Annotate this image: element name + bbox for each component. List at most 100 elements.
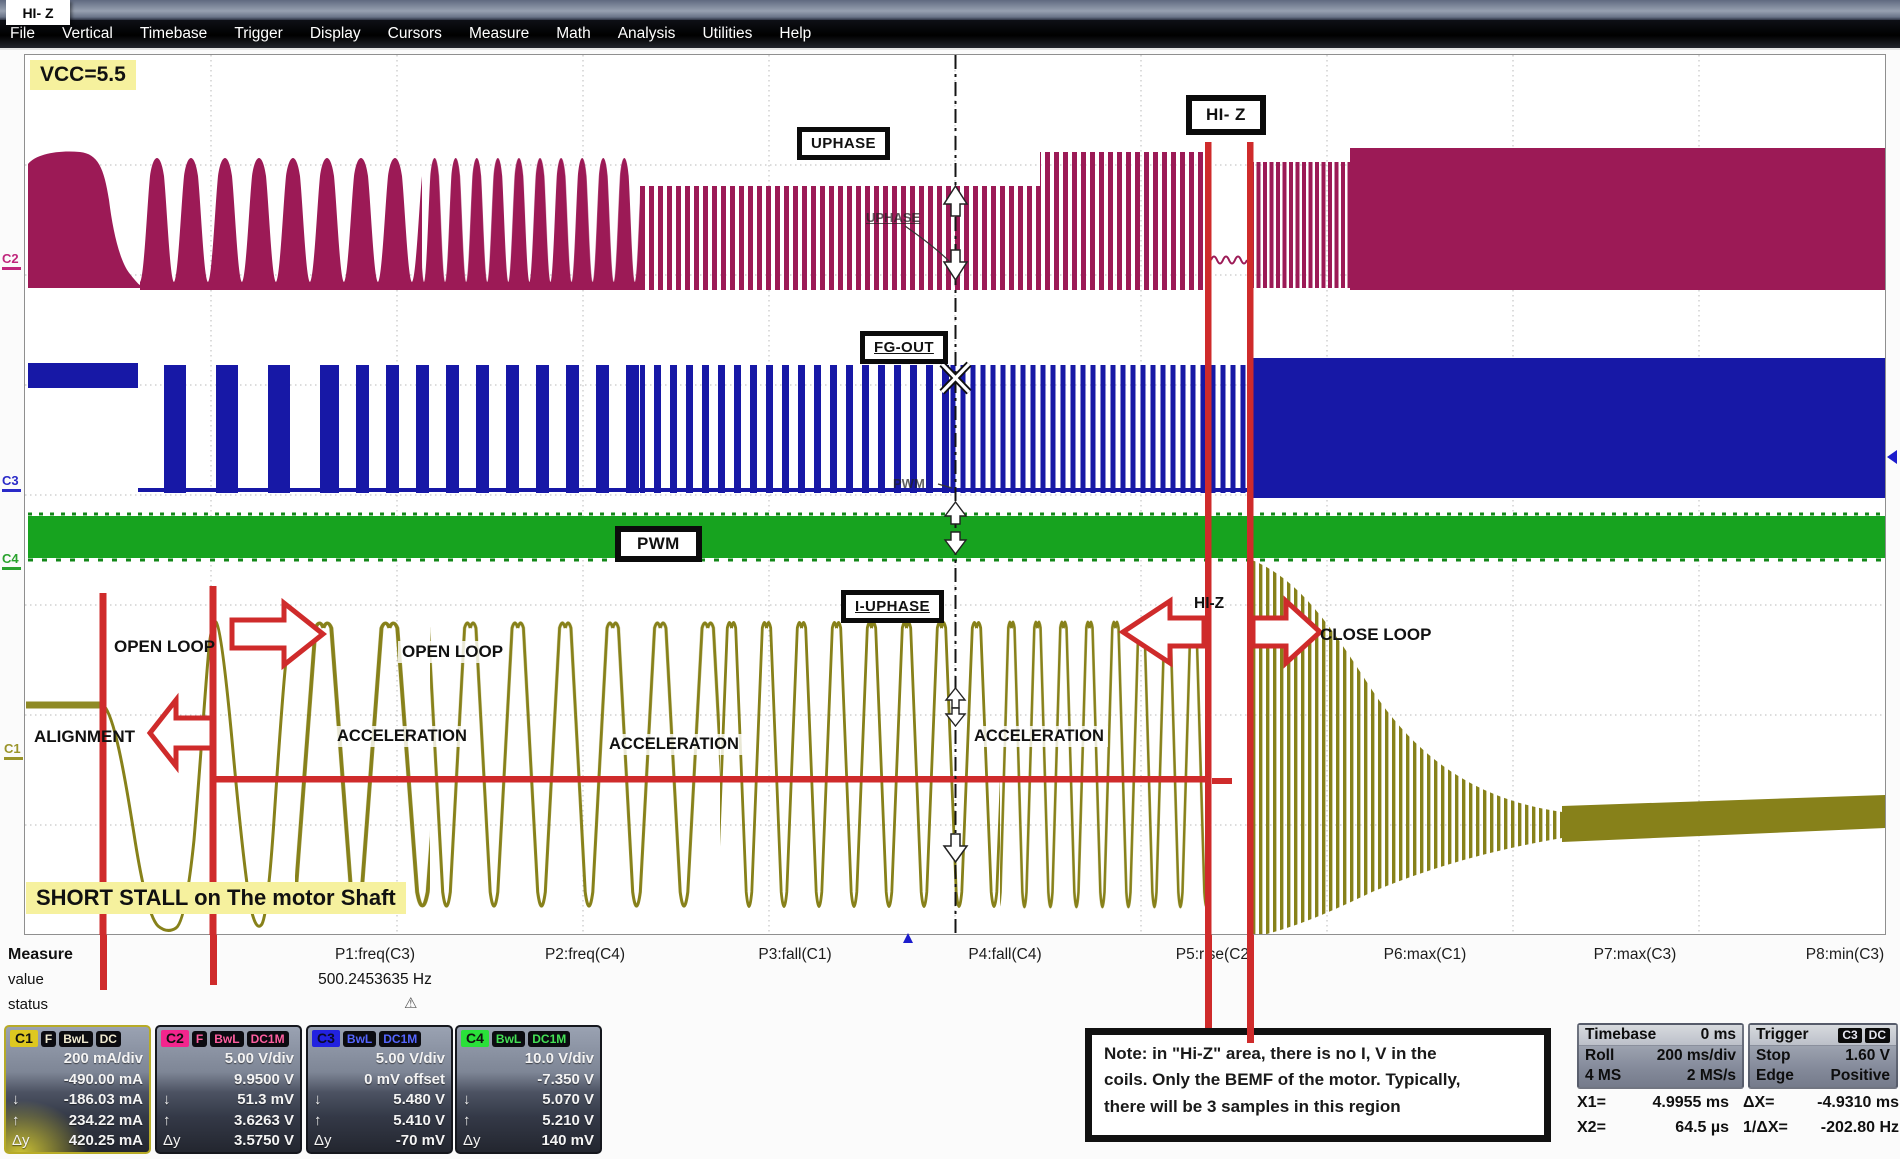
x2-value: 64.5 µs (1629, 1119, 1729, 1137)
uphase-trace-tag: UPHASE (866, 210, 920, 225)
c2-position-marker[interactable]: C2 (2, 252, 21, 270)
acceleration-label-3: ACCELERATION (970, 726, 1108, 747)
timebase-title: Timebase (1585, 1025, 1656, 1045)
trigger-level: 1.60 V (1845, 1046, 1890, 1066)
alignment-label: ALIGNMENT (30, 726, 139, 748)
channel-box-c1[interactable]: C1 F BwL DC 200 mA/div -490.00 mA ↓-186.… (4, 1025, 151, 1154)
red-marker-line (1205, 935, 1212, 1028)
fgout-label: FG-OUT (860, 331, 948, 364)
measure-param-p8[interactable]: P8:min(C3) (1740, 946, 1900, 964)
trigger-slope: Positive (1831, 1066, 1890, 1086)
c4-bwl-badge: BwL (492, 1031, 525, 1047)
timebase-panel[interactable]: Timebase0 ms Roll200 ms/div 4 MS2 MS/s (1577, 1023, 1744, 1089)
c3-dc1m-badge: DC1M (379, 1031, 421, 1047)
open-loop-label-1: OPEN LOOP (110, 636, 219, 658)
measure-param-p4[interactable]: P4:fall(C4) (900, 946, 1110, 964)
c2-scale: 5.00 V/div (185, 1049, 294, 1070)
pwm-trace-tag: PWM (893, 476, 925, 491)
c1-scale: 200 mA/div (34, 1049, 143, 1070)
c3-badge: C3 (312, 1030, 340, 1047)
c2-bwl-badge: BwL (210, 1031, 243, 1047)
iuphase-label: I-UPHASE (841, 590, 944, 623)
hiz-note: Note: in "Hi-Z" area, there is no I, V i… (1085, 1028, 1551, 1142)
oscilloscope-screen: File Vertical Timebase Trigger Display C… (0, 0, 1900, 1159)
timebase-delay: 0 ms (1701, 1025, 1736, 1045)
cursor-readout-row-1: X1=4.9955 ms ΔX=-4.9310 ms (1577, 1094, 1899, 1112)
measure-row-label: Measure (8, 946, 73, 964)
measure-param-p2[interactable]: P2:freq(C4) (480, 946, 690, 964)
dx-value: -4.9310 ms (1809, 1094, 1899, 1112)
c1-coupling-badge: F (41, 1031, 56, 1047)
hiz-box-label: HI- Z (1186, 95, 1266, 135)
c3-cursor-min: 5.480 V (336, 1090, 445, 1111)
c3-offset: 0 mV offset (336, 1070, 445, 1091)
c4-cursor-min: 5.070 V (485, 1090, 594, 1111)
c2-cursor-min: 51.3 mV (185, 1090, 294, 1111)
c3-position-marker[interactable]: C3 (2, 474, 21, 492)
value-row-label: value (8, 971, 44, 988)
trigger-panel[interactable]: Trigger C3 DC Stop 1.60 V Edge Positive (1748, 1023, 1898, 1089)
trigger-level-marker[interactable] (1887, 450, 1897, 464)
open-loop-label-2: OPEN LOOP (398, 641, 507, 663)
p1-status-warning-icon: ⚠ (404, 994, 417, 1012)
channel-box-c4[interactable]: C4 BwL DC1M 10.0 V/div -7.350 V ↓5.070 V… (455, 1025, 602, 1154)
c4-cursor-max: 5.210 V (485, 1111, 594, 1132)
red-marker-line (100, 935, 107, 990)
cursor-readout-row-2: X2=64.5 µs 1/ΔX=-202.80 Hz (1577, 1119, 1899, 1137)
hiz-mid-label: HI-Z (1190, 594, 1228, 614)
c1-bwl-badge: BwL (59, 1031, 92, 1047)
trigger-time-marker[interactable] (903, 933, 913, 943)
hiz-window-tag: HI- Z (6, 0, 70, 25)
measure-param-p6[interactable]: P6:max(C1) (1320, 946, 1530, 964)
timebase-scale: 200 ms/div (1657, 1046, 1736, 1066)
c2-offset: 9.9500 V (185, 1070, 294, 1091)
trigger-mode: Stop (1756, 1046, 1790, 1066)
uphase-label: UPHASE (797, 127, 890, 160)
trigger-title: Trigger (1756, 1025, 1809, 1045)
acceleration-label-1: ACCELERATION (333, 726, 471, 747)
c1-offset: -490.00 mA (34, 1070, 143, 1091)
measure-param-p5[interactable]: P5:rise(C2) (1110, 946, 1320, 964)
c4-cursor-dy: 140 mV (485, 1131, 594, 1152)
channel-box-c2[interactable]: C2 F BwL DC1M 5.00 V/div 9.9500 V ↓51.3 … (155, 1025, 302, 1154)
measure-param-p3[interactable]: P3:fall(C1) (690, 946, 900, 964)
status-row-label: status (8, 996, 48, 1013)
c3-scale: 5.00 V/div (336, 1049, 445, 1070)
inv-dx-value: -202.80 Hz (1809, 1119, 1899, 1137)
timebase-rate: 2 MS/s (1687, 1066, 1736, 1086)
c2-coupling-badge: F (192, 1031, 207, 1047)
trigger-coupling-badge: DC (1865, 1028, 1890, 1043)
c2-badge: C2 (161, 1030, 189, 1047)
c1-cursor-min: -186.03 mA (34, 1090, 143, 1111)
c3-cursor-max: 5.410 V (336, 1111, 445, 1132)
c4-position-marker[interactable]: C4 (2, 552, 21, 570)
acceleration-label-2: ACCELERATION (605, 734, 743, 755)
measure-param-p7[interactable]: P7:max(C3) (1530, 946, 1740, 964)
c4-offset: -7.350 V (485, 1070, 594, 1091)
red-marker-line (210, 935, 217, 985)
red-marker-line (1247, 935, 1254, 1043)
c4-badge: C4 (461, 1030, 489, 1047)
c3-bwl-badge: BwL (343, 1031, 376, 1047)
c1-badge: C1 (10, 1030, 38, 1047)
close-loop-label: CLOSE LOOP (1316, 624, 1435, 646)
vcc-label: VCC=5.5 (30, 60, 136, 90)
channel-box-c3[interactable]: C3 BwL DC1M 5.00 V/div 0 mV offset ↓5.48… (306, 1025, 453, 1154)
c1-cursor-dy: 420.25 mA (34, 1131, 143, 1152)
timebase-samples: 4 MS (1585, 1066, 1621, 1086)
c3-cursor-dy: -70 mV (336, 1131, 445, 1152)
c2-cursor-dy: 3.5750 V (185, 1131, 294, 1152)
p1-value: 500.2453635 Hz (270, 971, 480, 989)
c1-cursor-max: 234.22 mA (34, 1111, 143, 1132)
c1-position-marker[interactable]: C1 (4, 742, 23, 760)
short-stall-label: SHORT STALL on The motor Shaft (26, 882, 406, 914)
c2-dc1m-badge: DC1M (247, 1031, 289, 1047)
measure-param-p1[interactable]: P1:freq(C3) (270, 946, 480, 964)
c2-cursor-max: 3.6263 V (185, 1111, 294, 1132)
c1-dc-badge: DC (96, 1031, 121, 1047)
c4-scale: 10.0 V/div (485, 1049, 594, 1070)
pwm-label: PWM (615, 526, 702, 562)
trigger-source-badge: C3 (1838, 1028, 1861, 1043)
trigger-type: Edge (1756, 1066, 1794, 1086)
c4-dc1m-badge: DC1M (528, 1031, 570, 1047)
